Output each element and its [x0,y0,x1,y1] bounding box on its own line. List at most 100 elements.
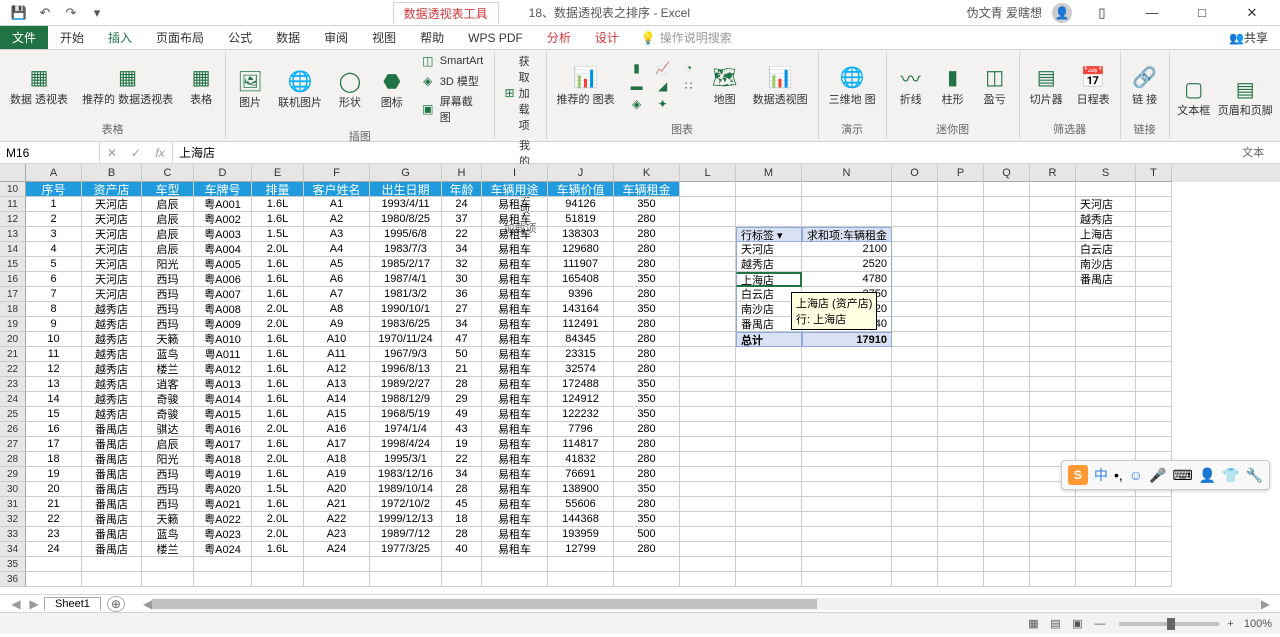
cell[interactable]: 排量 [252,182,304,197]
cell[interactable] [984,512,1030,527]
cell[interactable]: 楼兰 [142,542,194,557]
cell[interactable] [802,452,892,467]
cell[interactable] [614,557,680,572]
cell[interactable] [82,557,142,572]
cell[interactable] [1076,437,1136,452]
cell[interactable]: 西玛 [142,272,194,287]
cell[interactable] [736,437,802,452]
cell[interactable] [680,527,736,542]
cell[interactable] [938,302,984,317]
cell[interactable] [1076,542,1136,557]
cell[interactable]: 32 [442,257,482,272]
cell[interactable] [680,392,736,407]
get-addins-button[interactable]: ⊞获取加载项 [501,52,540,134]
cell[interactable] [802,392,892,407]
row-header[interactable]: 27 [0,437,26,452]
cell[interactable] [984,542,1030,557]
cell[interactable] [802,527,892,542]
cell[interactable]: 4 [26,242,82,257]
cell[interactable]: 122232 [548,407,614,422]
cell[interactable]: 51819 [548,212,614,227]
cell[interactable]: 13 [26,377,82,392]
cell[interactable]: 蓝鸟 [142,347,194,362]
sparkline-line-button[interactable]: 〰折线 [893,62,929,109]
cell[interactable] [1030,497,1076,512]
cell[interactable] [1030,272,1076,287]
cell[interactable] [984,392,1030,407]
cell[interactable]: 280 [614,332,680,347]
cell[interactable]: 2.0L [252,527,304,542]
cell[interactable] [984,407,1030,422]
cell[interactable]: 易租车 [482,482,548,497]
ime-user-icon[interactable]: 👤 [1199,467,1216,484]
cell[interactable]: A23 [304,527,370,542]
cell[interactable]: 车型 [142,182,194,197]
cell[interactable]: 易租车 [482,287,548,302]
cell[interactable] [1136,302,1172,317]
cell[interactable] [1076,557,1136,572]
cell[interactable]: 易租车 [482,407,548,422]
cell[interactable] [370,557,442,572]
cell[interactable]: 番禺店 [82,542,142,557]
cell[interactable] [1076,572,1136,587]
pie-chart-icon[interactable]: ◔ [677,59,701,77]
tab-analyze[interactable]: 分析 [535,26,583,49]
cell[interactable]: 144368 [548,512,614,527]
col-header[interactable]: O [892,164,938,182]
col-header[interactable]: R [1030,164,1076,182]
cell[interactable] [736,392,802,407]
cell[interactable] [1136,362,1172,377]
col-header[interactable]: D [194,164,252,182]
cell[interactable]: 8 [26,302,82,317]
cell[interactable] [680,332,736,347]
cell[interactable] [802,467,892,482]
cell[interactable]: 越秀店 [82,332,142,347]
cell[interactable] [736,197,802,212]
cell[interactable] [736,527,802,542]
cell[interactable]: 求和项:车辆租金 [802,227,892,242]
cell[interactable] [1030,572,1076,587]
cell[interactable]: 350 [614,407,680,422]
cell[interactable] [1030,332,1076,347]
cell[interactable]: 280 [614,257,680,272]
row-header[interactable]: 34 [0,542,26,557]
cell[interactable] [892,512,938,527]
cell[interactable] [1136,242,1172,257]
cell[interactable]: 19 [26,467,82,482]
cell[interactable]: 年龄 [442,182,482,197]
cell[interactable] [938,257,984,272]
cell[interactable]: 21 [442,362,482,377]
cell[interactable] [736,542,802,557]
cell[interactable]: 南沙店 [1076,257,1136,272]
cell[interactable]: 粤A010 [194,332,252,347]
cell[interactable] [938,452,984,467]
cell[interactable]: 白云店 [1076,242,1136,257]
cell[interactable] [736,347,802,362]
cell[interactable]: 粤A023 [194,527,252,542]
cell[interactable]: 1.5L [252,227,304,242]
cell[interactable] [802,182,892,197]
cell[interactable]: 12 [26,362,82,377]
cell[interactable] [938,242,984,257]
cell[interactable]: 21 [26,497,82,512]
cell[interactable]: 易租车 [482,362,548,377]
cell[interactable]: 1977/3/25 [370,542,442,557]
cell[interactable] [938,512,984,527]
cell[interactable] [442,557,482,572]
cell[interactable]: 番禺店 [82,497,142,512]
cell[interactable] [252,557,304,572]
cell[interactable]: 10 [26,332,82,347]
cell[interactable]: 280 [614,452,680,467]
cell[interactable]: 350 [614,392,680,407]
cell[interactable] [304,557,370,572]
row-header[interactable]: 28 [0,452,26,467]
cell[interactable]: 天河店 [82,287,142,302]
cell[interactable]: 2100 [802,242,892,257]
textbox-button[interactable]: ▢文本框 [1176,73,1212,120]
cell[interactable]: 逍客 [142,377,194,392]
cell[interactable]: A14 [304,392,370,407]
cell[interactable]: A21 [304,497,370,512]
qat-more-icon[interactable]: ▾ [86,2,108,24]
cell[interactable] [802,542,892,557]
cell[interactable] [1030,347,1076,362]
